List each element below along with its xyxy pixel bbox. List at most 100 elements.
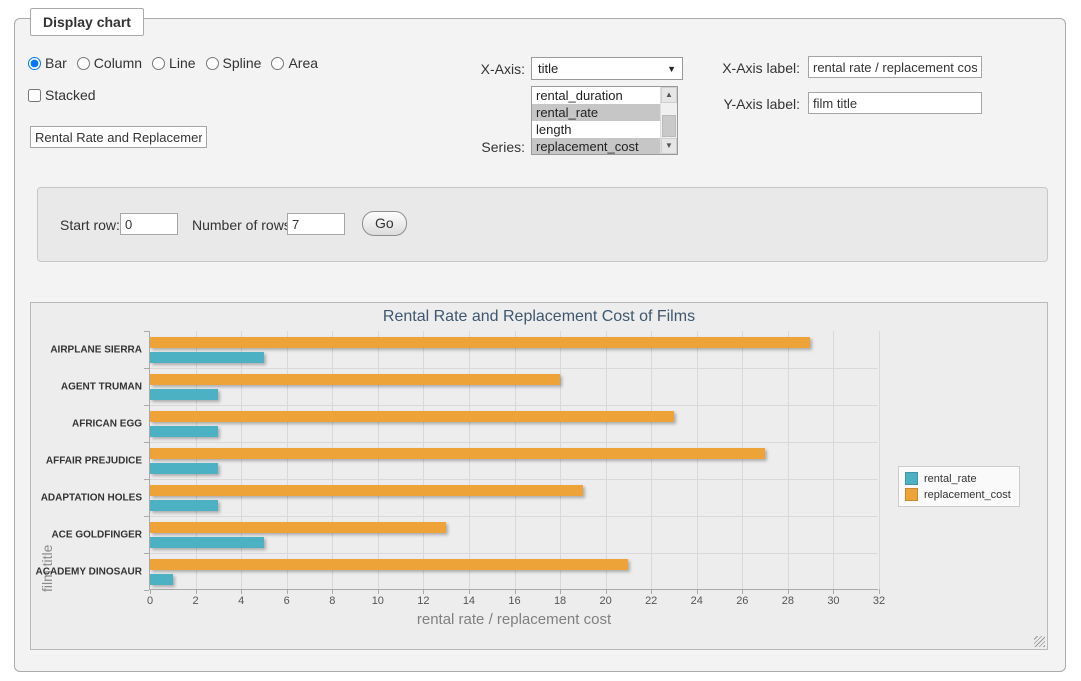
start-row-input[interactable]: [120, 213, 178, 235]
chart-type-radio-spline[interactable]: [206, 57, 219, 70]
x-tick-label: 20: [600, 595, 612, 607]
x-gridline: [560, 331, 561, 589]
x-tick-mark: [833, 589, 834, 594]
x-gridline: [742, 331, 743, 589]
x-tick-mark: [651, 589, 652, 594]
chart-type-radio-bar[interactable]: [28, 57, 41, 70]
bar-rental_rate[interactable]: [150, 537, 264, 548]
bar-replacement_cost[interactable]: [150, 522, 446, 533]
series-option-replacement_cost[interactable]: replacement_cost: [532, 138, 660, 154]
x-gridline: [879, 331, 880, 589]
x-axis-label-input[interactable]: [808, 56, 982, 78]
legend-label: rental_rate: [924, 473, 977, 485]
resize-handle-icon[interactable]: [1034, 636, 1045, 647]
category-label: AFRICAN EGG: [72, 418, 142, 429]
y-tick-mark: [144, 331, 149, 332]
chart-panel: Rental Rate and Replacement Cost of Film…: [30, 302, 1048, 650]
category-label: ADAPTATION HOLES: [41, 492, 142, 503]
bar-rental_rate[interactable]: [150, 389, 218, 400]
chart-legend: rental_rate replacement_cost: [898, 466, 1020, 507]
x-tick-label: 30: [827, 595, 839, 607]
series-option-rental_rate[interactable]: rental_rate: [532, 104, 660, 121]
chart-type-option-area: Area: [271, 55, 318, 71]
chart-title: Rental Rate and Replacement Cost of Film…: [31, 308, 1047, 326]
chart-title-input[interactable]: [30, 126, 207, 148]
x-gridline: [833, 331, 834, 589]
x-tick-mark: [606, 589, 607, 594]
x-axis-selected-value: title: [538, 61, 558, 76]
y-tick-mark: [144, 590, 149, 591]
series-options: rental_durationrental_ratelengthreplacem…: [532, 87, 660, 154]
bar-rental_rate[interactable]: [150, 352, 264, 363]
series-scrollbar[interactable]: ▲ ▼: [660, 87, 677, 154]
x-gridline: [606, 331, 607, 589]
x-tick-mark: [879, 589, 880, 594]
x-tick-mark: [788, 589, 789, 594]
fieldset-legend: Display chart: [30, 8, 144, 36]
chart-type-radio-label: Area: [288, 55, 318, 71]
chart-type-radio-label: Spline: [223, 55, 262, 71]
y-tick-mark: [144, 405, 149, 406]
go-button[interactable]: Go: [362, 211, 407, 236]
chart-type-radio-group: BarColumnLineSplineArea: [28, 55, 318, 71]
scroll-up-icon[interactable]: ▲: [661, 87, 677, 103]
y-gridline: [150, 368, 878, 369]
series-option-length[interactable]: length: [532, 121, 660, 138]
y-axis-label-label: Y-Axis label:: [700, 96, 800, 112]
bar-replacement_cost[interactable]: [150, 337, 810, 348]
legend-label: replacement_cost: [924, 489, 1011, 501]
chart-type-radio-line[interactable]: [152, 57, 165, 70]
bar-rental_rate[interactable]: [150, 463, 218, 474]
y-tick-mark: [144, 516, 149, 517]
scrollbar-thumb[interactable]: [662, 115, 676, 137]
x-tick-label: 28: [782, 595, 794, 607]
start-row-label: Start row:: [60, 217, 120, 233]
x-tick-mark: [241, 589, 242, 594]
legend-swatch: [905, 472, 918, 485]
legend-entry-replacement_cost[interactable]: replacement_cost: [905, 488, 1011, 501]
y-gridline: [150, 479, 878, 480]
chart-type-radio-label: Column: [94, 55, 142, 71]
bar-replacement_cost[interactable]: [150, 448, 765, 459]
x-tick-mark: [515, 589, 516, 594]
category-label: ACADEMY DINOSAUR: [36, 566, 143, 577]
y-gridline: [150, 442, 878, 443]
scroll-down-icon[interactable]: ▼: [661, 138, 677, 154]
stacked-checkbox[interactable]: [28, 89, 41, 102]
chart-type-radio-column[interactable]: [77, 57, 90, 70]
num-rows-input[interactable]: [287, 213, 345, 235]
x-axis-select[interactable]: title ▼: [531, 57, 683, 80]
bar-replacement_cost[interactable]: [150, 374, 560, 385]
x-tick-mark: [196, 589, 197, 594]
x-gridline: [287, 331, 288, 589]
x-tick-label: 10: [372, 595, 384, 607]
x-gridline: [788, 331, 789, 589]
y-axis-label-input[interactable]: [808, 92, 982, 114]
chart-type-option-bar: Bar: [28, 55, 67, 71]
bar-rental_rate[interactable]: [150, 426, 218, 437]
x-tick-label: 32: [873, 595, 885, 607]
category-label: AFFAIR PREJUDICE: [46, 455, 142, 466]
series-option-rental_duration[interactable]: rental_duration: [532, 87, 660, 104]
x-gridline: [697, 331, 698, 589]
bar-rental_rate[interactable]: [150, 574, 173, 585]
y-tick-mark: [144, 479, 149, 480]
bar-replacement_cost[interactable]: [150, 485, 583, 496]
legend-entry-rental_rate[interactable]: rental_rate: [905, 472, 1011, 485]
x-tick-label: 4: [238, 595, 244, 607]
series-multiselect[interactable]: rental_durationrental_ratelengthreplacem…: [531, 86, 678, 155]
bar-replacement_cost[interactable]: [150, 411, 674, 422]
x-gridline: [515, 331, 516, 589]
x-tick-label: 24: [691, 595, 703, 607]
x-tick-mark: [287, 589, 288, 594]
x-axis-label-label: X-Axis label:: [700, 60, 800, 76]
x-tick-mark: [742, 589, 743, 594]
stacked-label: Stacked: [28, 87, 96, 103]
bar-rental_rate[interactable]: [150, 500, 218, 511]
x-tick-label: 0: [147, 595, 153, 607]
legend-swatch: [905, 488, 918, 501]
chart-type-radio-area[interactable]: [271, 57, 284, 70]
x-tick-mark: [332, 589, 333, 594]
bar-replacement_cost[interactable]: [150, 559, 628, 570]
num-rows-label: Number of rows:: [192, 217, 295, 233]
